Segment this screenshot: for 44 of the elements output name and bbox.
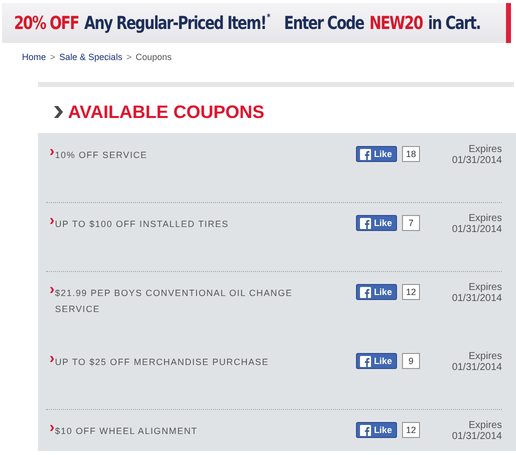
- expiry-date: 01/31/2014: [452, 362, 502, 373]
- promo-banner[interactable]: 20% OFF Any Regular-Priced Item!$^{*}$ Enter Code NEW20 in Cart.: [2, 3, 511, 43]
- chevron-icon: [50, 287, 54, 293]
- facebook-icon: [360, 286, 371, 298]
- breadcrumb-link[interactable]: Sale & Specials: [59, 52, 122, 62]
- facebook-icon: [360, 148, 371, 160]
- like-count: 18: [402, 146, 420, 162]
- like-count: 12: [402, 422, 420, 438]
- breadcrumb-link[interactable]: Home: [22, 52, 46, 62]
- like-button[interactable]: Like: [356, 146, 397, 162]
- coupon-title[interactable]: UP TO $100 OFF INSTALLED TIRES: [55, 216, 229, 232]
- section-heading: AVAILABLE COUPONS: [68, 102, 264, 122]
- like-count: 9: [402, 353, 420, 369]
- like-count: 7: [402, 215, 420, 231]
- expiry-date: 01/31/2014: [452, 155, 502, 166]
- coupon-title[interactable]: $21.99 PEP BOYS CONVENTIONAL OIL CHANGE SERVICE: [55, 285, 315, 317]
- separator: >: [126, 52, 132, 62]
- coupon-title[interactable]: 10% OFF SERVICE: [55, 147, 148, 163]
- chevron-icon: [50, 218, 54, 224]
- chevron-icon: [50, 425, 54, 431]
- like-button[interactable]: Like: [356, 284, 397, 300]
- like-button[interactable]: Like: [356, 422, 397, 438]
- like-button[interactable]: Like: [356, 215, 397, 231]
- coupon-title[interactable]: $10 OFF WHEEL ALIGNMENT: [55, 423, 198, 439]
- expiry-date: 01/31/2014: [452, 431, 502, 442]
- like-button[interactable]: Like: [356, 353, 397, 369]
- expires-label: Expires: [468, 282, 502, 293]
- coupon-title[interactable]: UP TO $25 OFF MERCHANDISE PURCHASE: [55, 354, 269, 370]
- separator: >: [50, 52, 56, 62]
- facebook-icon: [360, 218, 371, 228]
- like-count: 12: [402, 284, 420, 300]
- breadcrumb-current: Coupons: [136, 52, 172, 62]
- expiry-date: 01/31/2014: [452, 293, 502, 304]
- chevron-icon: [50, 149, 54, 155]
- expires-label: Expires: [468, 144, 502, 155]
- promo-text: 20% OFF Any Regular-Priced Item!$^{*}$ Enter Code NEW20 in Cart.: [14, 12, 482, 34]
- expires-label: Expires: [468, 213, 502, 224]
- chevron-icon: [50, 356, 54, 362]
- facebook-icon: [360, 424, 371, 436]
- expiry-date: 01/31/2014: [452, 224, 502, 235]
- chevron-icon: [53, 106, 63, 118]
- expires-label: Expires: [468, 351, 502, 362]
- expires-label: Expires: [468, 420, 502, 431]
- facebook-icon: [360, 356, 371, 366]
